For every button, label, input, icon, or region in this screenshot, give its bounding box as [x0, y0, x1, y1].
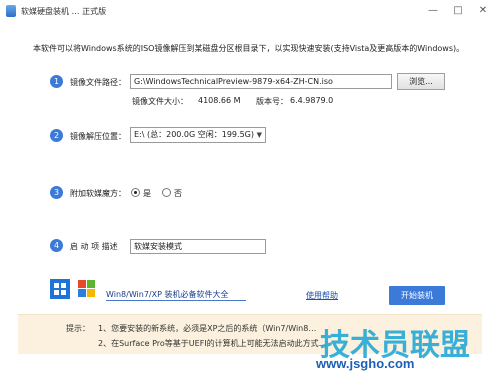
browse-button[interactable]: 浏览... — [397, 73, 445, 90]
extract-location-select[interactable]: E:\ (总：200.0G 空闲：199.5G) ▼ — [130, 127, 266, 143]
windows-logos — [50, 276, 102, 304]
version-value: 6.4.9879.0 — [290, 96, 334, 105]
promo-underline — [106, 300, 246, 301]
version-label: 版本号： — [256, 97, 288, 106]
tip-label: 提示： — [66, 324, 90, 333]
image-size-value: 4108.66 M — [198, 96, 241, 105]
radio-no[interactable] — [162, 188, 171, 197]
step-3-badge: 3 — [50, 186, 63, 199]
window-title: 软媒硬盘装机 … 正式版 — [21, 7, 107, 16]
extract-location-value: E:\ (总：200.0G 空闲：199.5G) — [134, 130, 254, 139]
minimize-button[interactable]: — — [422, 4, 444, 18]
step-4-badge: 4 — [50, 239, 63, 252]
step-1-badge: 1 — [50, 75, 63, 88]
tip-line-2: 2、在Surface Pro等基于UEFI的计算机上可能无法启动此方式… — [98, 339, 327, 348]
close-button[interactable]: ✕ — [472, 4, 494, 18]
extract-location-label: 镜像解压位置： — [70, 132, 126, 141]
start-install-button[interactable]: 开始装机 — [389, 286, 445, 305]
ruanmei-cube-label: 附加软媒魔方： — [70, 189, 126, 198]
boot-description-label: 启 动 项 描述 — [70, 242, 118, 251]
image-path-label: 镜像文件路径： — [70, 78, 126, 87]
software-bundle-link[interactable]: Win8/Win7/XP 装机必备软件大全 — [106, 289, 228, 300]
chevron-down-icon: ▼ — [256, 131, 262, 139]
tip-line-1: 1、您要安装的新系统，必须是XP之后的系统（Win7/Win8… — [98, 324, 317, 333]
title-bar: 软媒硬盘装机 … 正式版 — □ ✕ — [0, 0, 500, 22]
site-watermark-url: www.jsgho.com — [316, 356, 415, 371]
help-link[interactable]: 使用帮助 — [306, 290, 338, 301]
description-text: 本软件可以将Windows系统的ISO镜像解压到某磁盘分区根目录下，以实现快速安… — [33, 44, 465, 53]
windows-xp-logo-icon — [78, 280, 96, 298]
radio-yes[interactable] — [131, 188, 140, 197]
image-path-input[interactable]: G:\WindowsTechnicalPreview-9879-x64-ZH-C… — [130, 74, 392, 89]
radio-no-label: 否 — [174, 189, 182, 198]
maximize-button[interactable]: □ — [447, 4, 469, 18]
app-icon — [6, 5, 16, 17]
radio-yes-label: 是 — [143, 189, 151, 198]
step-2-badge: 2 — [50, 129, 63, 142]
boot-description-input[interactable]: 软媒安装模式 — [130, 239, 266, 254]
image-size-label: 镜像文件大小： — [132, 97, 188, 106]
windows8-logo-icon — [50, 279, 70, 299]
